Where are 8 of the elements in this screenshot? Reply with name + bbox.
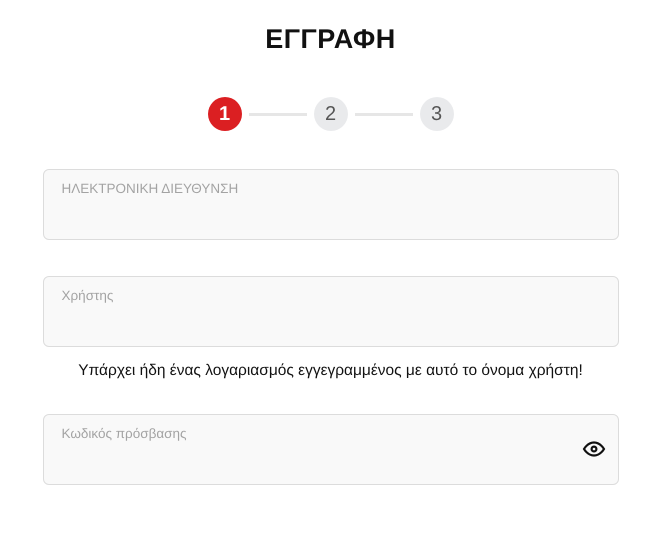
password-field[interactable]: Κωδικός πρόσβασης — [42, 414, 618, 485]
step-indicator: 3 — [420, 97, 454, 131]
input-field[interactable]: Χρήστης — [42, 276, 618, 347]
step-indicator: 2 — [314, 97, 348, 131]
step-indicator: 1 — [208, 97, 242, 131]
page-title: ΕΓΓΡΑΦΗ — [265, 24, 396, 55]
input-field[interactable]: ΗΛΕΚΤΡΟΝΙΚΗ ΔΙΕΥΘΥΝΣΗ — [42, 169, 618, 240]
error-message: Υπάρχει ήδη ένας λογαριασμός εγγεγραμμένος με αυτό το όνομα χρήστη! — [78, 362, 583, 380]
